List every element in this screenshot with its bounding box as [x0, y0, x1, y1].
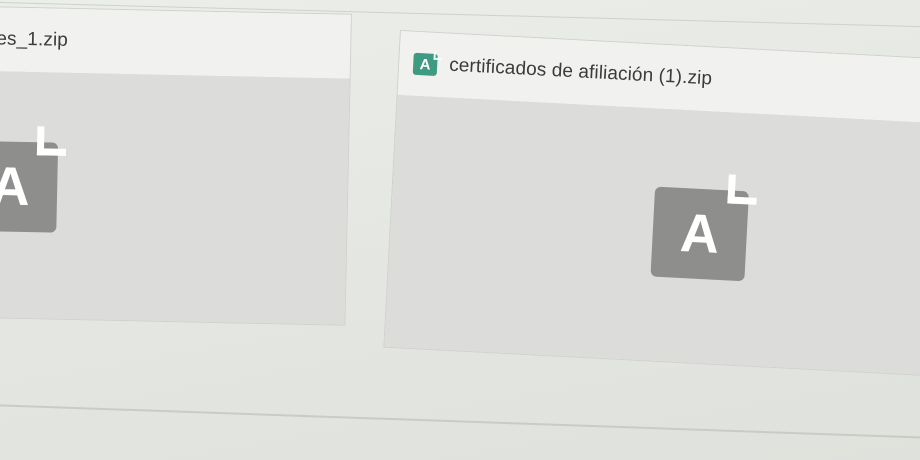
file-name[interactable]: certificados de afiliación (1).zip	[449, 55, 713, 91]
archive-file-icon: A	[0, 126, 67, 233]
file-type-letter: A	[0, 156, 31, 218]
file-card[interactable]: ntes_1.zip A	[0, 6, 352, 326]
file-type-letter: A	[419, 55, 432, 74]
file-preview[interactable]: A	[0, 71, 350, 325]
page-fold-icon	[727, 174, 758, 205]
file-preview[interactable]: A	[384, 94, 920, 375]
file-grid: ntes_1.zip A A certificados de afiliació…	[0, 0, 920, 460]
page-fold-icon	[433, 51, 442, 61]
file-card-header: ntes_1.zip	[0, 7, 351, 80]
archive-file-icon: A	[650, 174, 758, 282]
archive-badge-icon: A	[412, 51, 442, 76]
file-type-letter: A	[678, 202, 721, 265]
page-fold-icon	[36, 126, 67, 156]
divider	[0, 404, 920, 440]
file-name[interactable]: ntes_1.zip	[0, 28, 68, 52]
file-card[interactable]: A certificados de afiliación (1).zip A	[383, 30, 920, 376]
